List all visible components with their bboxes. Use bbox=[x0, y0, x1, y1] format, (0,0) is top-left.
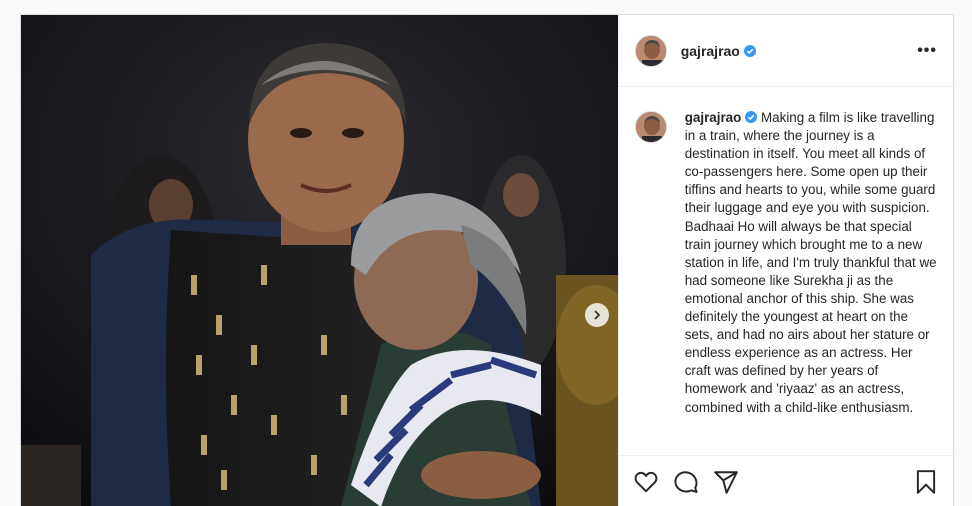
verified-badge-icon bbox=[743, 44, 756, 57]
photo-scene bbox=[21, 15, 618, 506]
avatar-image bbox=[635, 35, 666, 66]
avatar[interactable] bbox=[634, 34, 667, 67]
bookmark-icon[interactable] bbox=[913, 469, 939, 495]
header-username[interactable]: gajrajrao bbox=[681, 43, 740, 59]
caption-text: Making a film is like travelling in a tr… bbox=[684, 110, 937, 415]
action-bar bbox=[618, 455, 953, 506]
chevron-right-icon bbox=[594, 310, 601, 320]
heart-icon[interactable] bbox=[633, 469, 659, 495]
caption-area: gajrajrao Making a film is like travelli… bbox=[619, 87, 953, 455]
post-header: gajrajrao ••• bbox=[618, 15, 953, 87]
post-photo[interactable] bbox=[21, 15, 618, 506]
caption-username[interactable]: gajrajrao bbox=[685, 110, 742, 125]
comment-icon[interactable] bbox=[673, 469, 699, 495]
paper-plane-icon[interactable] bbox=[713, 469, 739, 495]
post-side-panel: gajrajrao ••• gajrajrao Making a film is… bbox=[617, 15, 953, 506]
caption-text-block: gajrajrao Making a film is like travelli… bbox=[685, 109, 937, 455]
avatar-image bbox=[635, 112, 666, 142]
next-image-button[interactable] bbox=[585, 303, 609, 327]
more-options-button[interactable]: ••• bbox=[917, 42, 937, 60]
verified-badge-icon bbox=[745, 111, 758, 123]
caption-avatar[interactable] bbox=[634, 111, 667, 143]
post-card: gajrajrao ••• gajrajrao Making a film is… bbox=[20, 14, 954, 506]
